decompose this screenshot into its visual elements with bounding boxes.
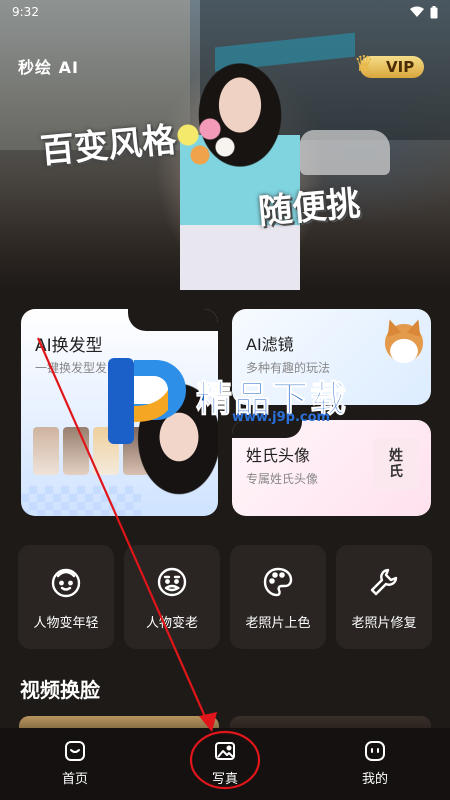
surname-avatar-card[interactable]: 姓氏头像 专属姓氏头像 姓 氏: [232, 420, 431, 516]
ai-hairstyle-title: AI换发型: [35, 336, 103, 356]
surname-avatar-subtitle: 专属姓氏头像: [246, 472, 319, 486]
vip-label: VIP: [386, 58, 415, 76]
card-tab-notch: [128, 309, 218, 331]
watermark-url: www.j9p.com: [232, 410, 331, 425]
nav-profile[interactable]: 我的: [300, 728, 450, 800]
tool-colorize-label: 老照片上色: [245, 615, 311, 631]
vip-button[interactable]: ♛ VIP: [354, 52, 425, 78]
profile-icon: [365, 741, 385, 761]
status-icons: [410, 5, 438, 19]
status-bar: 9:32: [0, 0, 450, 24]
banner-car: [300, 130, 390, 175]
wrench-icon: [370, 568, 398, 595]
bottom-nav: 首页 写真 我的: [0, 728, 450, 800]
photo-icon: [215, 742, 235, 760]
crown-icon: ♛: [354, 52, 374, 77]
tool-restore-label: 老照片修复: [351, 615, 417, 631]
battery-icon: [430, 5, 438, 18]
surname-preview-image: 姓 氏: [373, 438, 419, 490]
young-face-icon: [51, 568, 81, 597]
tool-young[interactable]: 人物变年轻: [18, 545, 114, 649]
hairstyle-thumb: [63, 427, 89, 475]
surname-avatar-title: 姓氏头像: [246, 446, 311, 465]
hairstyle-thumb: [93, 427, 119, 475]
section-title: 视频换脸: [20, 678, 100, 702]
tool-old[interactable]: 人物变老: [124, 545, 220, 649]
checker-pattern: [21, 486, 141, 516]
surname-preview-char: 姓: [389, 448, 403, 464]
home-icon: [65, 741, 85, 761]
tools-row: 人物变年轻 人物变老 老照片上色 老照片修复: [18, 545, 432, 649]
ai-hairstyle-card[interactable]: AI换发型 一键换发型发: [21, 309, 218, 516]
old-face-icon: [157, 567, 187, 596]
palette-icon: [263, 567, 293, 596]
ai-hairstyle-subtitle: 一键换发型发: [35, 361, 108, 375]
app-logo-text: 秒绘 AI: [18, 58, 79, 77]
wifi-icon: [410, 6, 424, 17]
tool-young-label: 人物变年轻: [33, 615, 99, 631]
nav-home[interactable]: 首页: [0, 728, 150, 800]
surname-preview-char: 氏: [389, 464, 403, 480]
ai-filter-title: AI滤镜: [246, 335, 294, 354]
tool-restore[interactable]: 老照片修复: [336, 545, 432, 649]
tool-old-label: 人物变老: [145, 615, 198, 631]
nav-portrait[interactable]: 写真: [150, 728, 300, 800]
corgi-image: [379, 315, 429, 371]
banner-slogan-2: 随便挑: [256, 183, 362, 233]
nav-profile-label: 我的: [361, 772, 388, 787]
nav-home-label: 首页: [61, 772, 88, 787]
status-time: 9:32: [12, 5, 39, 19]
tool-colorize[interactable]: 老照片上色: [230, 545, 326, 649]
nav-portrait-label: 写真: [211, 772, 238, 787]
hairstyle-thumb: [33, 427, 59, 475]
banner-flowers: [170, 115, 240, 175]
